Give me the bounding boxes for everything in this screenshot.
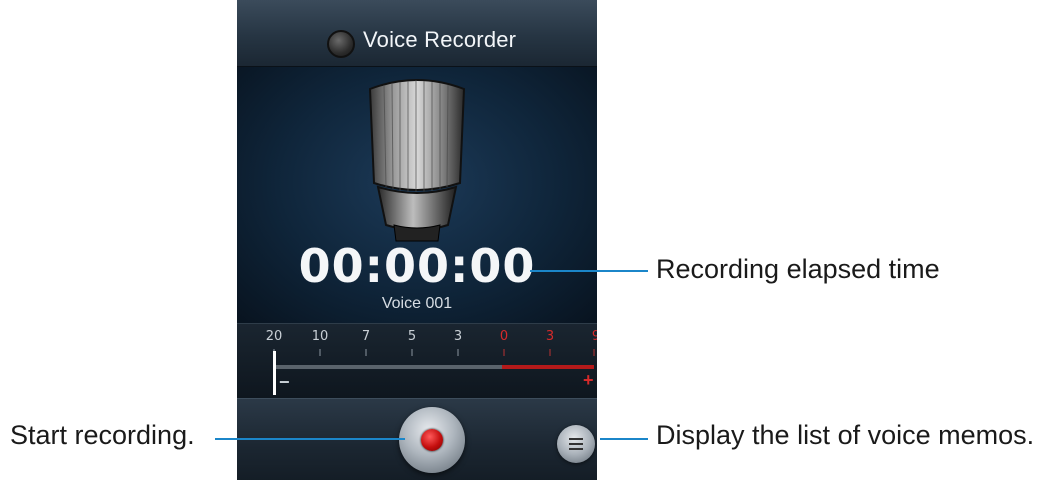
meter-minus-label: − <box>279 372 290 392</box>
title-bar: Voice Recorder <box>237 0 597 67</box>
recording-file-name: Voice 001 <box>381 295 453 312</box>
app-title: Voice Recorder <box>363 27 517 52</box>
meter-needle <box>273 351 276 395</box>
meter-scale <box>273 349 595 395</box>
recorder-panel: 00:00:00 Voice 001 <box>237 67 597 323</box>
callout-line-start <box>215 438 405 440</box>
microphone-icon <box>368 79 466 242</box>
meter-track-normal <box>274 365 502 369</box>
list-icon <box>569 438 583 450</box>
meter-track-peak <box>502 365 594 369</box>
level-meter: 20 10 7 5 3 0 3 9 − + <box>237 323 597 399</box>
elapsed-time: 00:00:00 <box>298 239 536 293</box>
start-recording-button[interactable] <box>399 407 465 473</box>
app-record-icon <box>327 30 355 58</box>
meter-plus-label: + <box>583 370 594 390</box>
callout-elapsed-time: Recording elapsed time <box>656 254 940 284</box>
callout-line-elapsed <box>530 270 648 272</box>
callout-start-recording: Start recording. <box>10 420 195 450</box>
record-dot-icon <box>421 429 443 451</box>
voice-recorder-screen: Voice Recorder 00:00:00 Voice 001 20 10 … <box>237 0 597 480</box>
voice-memo-list-button[interactable] <box>557 425 595 463</box>
callout-line-list <box>600 438 648 440</box>
callout-voice-memo-list: Display the list of voice memos. <box>656 420 1035 450</box>
